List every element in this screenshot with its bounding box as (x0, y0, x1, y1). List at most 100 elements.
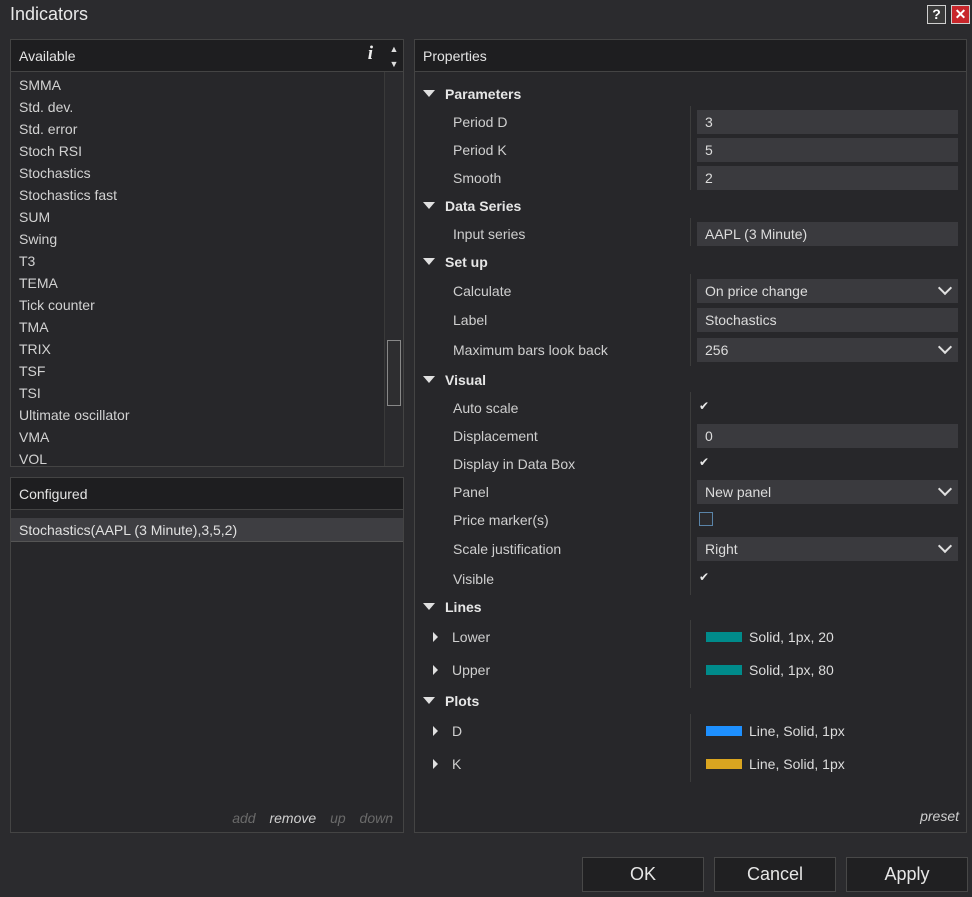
panel-select[interactable]: New panel (697, 480, 958, 504)
plot-k-value[interactable]: Line, Solid, 1px (749, 752, 845, 776)
panel-value: New panel (705, 484, 772, 500)
cancel-button[interactable]: Cancel (714, 857, 836, 892)
display-data-box-checkbox[interactable] (699, 455, 711, 470)
lower-color-swatch[interactable] (706, 632, 742, 642)
smooth-input[interactable]: 2 (697, 166, 958, 190)
section-label: Set up (445, 254, 488, 270)
plot-d-value[interactable]: Line, Solid, 1px (749, 719, 845, 743)
list-item[interactable]: VMA (19, 426, 49, 448)
chevron-down-icon (937, 339, 953, 355)
available-title: Available (19, 48, 76, 64)
list-item[interactable]: TRIX (19, 338, 51, 360)
down-button[interactable]: down (360, 810, 393, 826)
calculate-label: Calculate (453, 283, 512, 299)
section-data-series[interactable]: Data Series (423, 195, 521, 217)
calculate-value: On price change (705, 283, 808, 299)
scrollbar-thumb[interactable] (387, 340, 401, 406)
list-item[interactable]: SUM (19, 206, 50, 228)
title-bar: Indicators ? ✕ (0, 0, 972, 29)
label-input[interactable]: Stochastics (697, 308, 958, 332)
section-lines[interactable]: Lines (423, 596, 482, 618)
scale-justification-value: Right (705, 541, 738, 557)
period-d-input[interactable]: 3 (697, 110, 958, 134)
apply-button[interactable]: Apply (846, 857, 968, 892)
section-visual[interactable]: Visual (423, 369, 486, 391)
list-item[interactable]: TSI (19, 382, 41, 404)
window-title: Indicators (10, 4, 89, 24)
preset-link[interactable]: preset (920, 808, 959, 824)
configured-item[interactable]: Stochastics(AAPL (3 Minute),3,5,2) (11, 518, 403, 542)
list-item[interactable]: Stochastics fast (19, 184, 117, 206)
section-parameters[interactable]: Parameters (423, 83, 521, 105)
divider (690, 106, 691, 190)
remove-button[interactable]: remove (269, 810, 316, 826)
smooth-label: Smooth (453, 170, 502, 186)
chevron-down-icon (937, 481, 953, 497)
calculate-select[interactable]: On price change (697, 279, 958, 303)
expand-icon[interactable] (433, 632, 438, 642)
ok-button[interactable]: OK (582, 857, 704, 892)
displacement-input[interactable]: 0 (697, 424, 958, 448)
scroll-down-icon[interactable]: ▼ (387, 57, 401, 71)
up-button[interactable]: up (330, 810, 346, 826)
period-d-label: Period D (453, 114, 508, 130)
max-bars-select[interactable]: 256 (697, 338, 958, 362)
list-item[interactable]: TSF (19, 360, 45, 382)
collapse-icon (423, 257, 435, 265)
visible-label: Visible (453, 571, 494, 587)
input-series-field[interactable]: AAPL (3 Minute) (697, 222, 958, 246)
display-data-box-label: Display in Data Box (453, 456, 576, 472)
upper-label: Upper (452, 662, 491, 678)
help-button[interactable]: ? (927, 5, 946, 24)
properties-title: Properties (423, 48, 487, 64)
divider (690, 714, 691, 782)
list-item[interactable]: Stoch RSI (19, 140, 82, 162)
section-setup[interactable]: Set up (423, 251, 488, 273)
list-item[interactable]: Ultimate oscillator (19, 404, 129, 426)
plot-d-color-swatch[interactable] (706, 726, 742, 736)
configured-actions: add remove up down (222, 810, 393, 826)
section-label: Plots (445, 693, 480, 709)
collapse-icon (423, 89, 435, 97)
scale-justification-label: Scale justification (453, 541, 562, 557)
divider (690, 620, 691, 688)
visible-checkbox[interactable] (699, 570, 711, 585)
price-markers-checkbox[interactable] (699, 512, 713, 526)
list-item[interactable]: VOL (19, 448, 47, 466)
list-item[interactable]: SMMA (19, 74, 61, 96)
upper-value[interactable]: Solid, 1px, 80 (749, 658, 834, 682)
collapse-icon (423, 201, 435, 209)
plot-k-label: K (452, 756, 462, 772)
list-item[interactable]: TMA (19, 316, 49, 338)
panel-label: Panel (453, 484, 489, 500)
plot-d-label: D (452, 723, 463, 739)
auto-scale-checkbox[interactable] (699, 399, 711, 414)
plot-k-color-swatch[interactable] (706, 759, 742, 769)
scroll-up-icon[interactable]: ▲ (387, 42, 401, 56)
list-item[interactable]: Std. dev. (19, 96, 73, 118)
price-markers-label: Price marker(s) (453, 512, 549, 528)
section-plots[interactable]: Plots (423, 690, 479, 712)
chevron-down-icon (937, 538, 953, 554)
info-icon[interactable]: i (368, 43, 373, 65)
collapse-icon (423, 602, 435, 610)
scale-justification-select[interactable]: Right (697, 537, 958, 561)
list-item[interactable]: Tick counter (19, 294, 95, 316)
upper-color-swatch[interactable] (706, 665, 742, 675)
add-button[interactable]: add (232, 810, 255, 826)
auto-scale-label: Auto scale (453, 400, 519, 416)
displacement-label: Displacement (453, 428, 538, 444)
list-item[interactable]: Swing (19, 228, 57, 250)
period-k-input[interactable]: 5 (697, 138, 958, 162)
expand-icon[interactable] (433, 759, 438, 769)
close-button[interactable]: ✕ (951, 5, 970, 24)
available-scrollbar[interactable] (384, 72, 403, 466)
expand-icon[interactable] (433, 726, 438, 736)
lower-value[interactable]: Solid, 1px, 20 (749, 625, 834, 649)
list-item[interactable]: TEMA (19, 272, 58, 294)
section-label: Lines (445, 599, 482, 615)
list-item[interactable]: T3 (19, 250, 35, 272)
list-item[interactable]: Std. error (19, 118, 77, 140)
list-item[interactable]: Stochastics (19, 162, 91, 184)
expand-icon[interactable] (433, 665, 438, 675)
